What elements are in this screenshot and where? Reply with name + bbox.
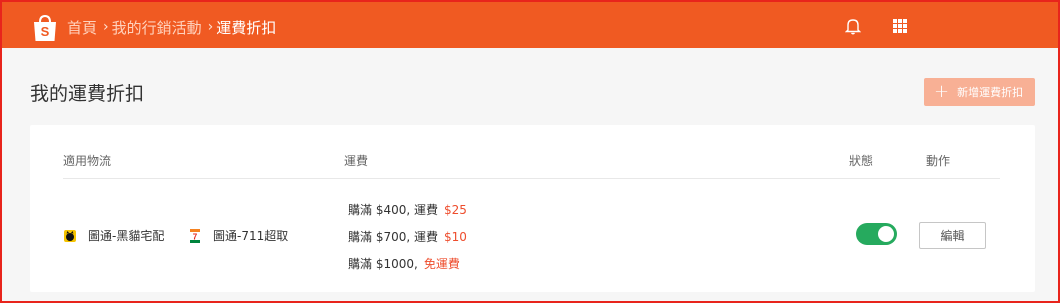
header-carriers: 適用物流 (63, 154, 112, 168)
toggle-knob (878, 226, 894, 242)
plus-icon: + (934, 81, 950, 102)
fee-rule-condition: 購滿 $400, 運費 (348, 203, 438, 217)
fee-rule: 購滿 $400, 運費 $25 (348, 201, 467, 218)
add-shipping-discount-button[interactable]: + 新增運費折扣 (924, 78, 1035, 106)
status-toggle[interactable] (856, 223, 897, 245)
header-divider (63, 178, 1000, 179)
fee-rule-condition: 購滿 $1000, (348, 257, 418, 271)
top-bar: S 首頁 › 我的行銷活動 › 運費折扣 (2, 2, 1058, 48)
svg-text:S: S (41, 24, 50, 39)
header-action: 動作 (926, 154, 951, 168)
fee-rule-condition: 購滿 $700, 運費 (348, 230, 438, 244)
bell-icon[interactable] (845, 17, 861, 35)
fee-rule-amount: 免運費 (423, 257, 460, 271)
header-fee: 運費 (344, 154, 369, 168)
carrier-name: 圖通-黑貓宅配 (88, 229, 165, 243)
breadcrumb-marketing[interactable]: 我的行銷活動 (112, 17, 202, 38)
fee-rule-amount: $25 (443, 203, 467, 217)
carrier-black-cat: 圖通-黑貓宅配 (63, 227, 164, 244)
header-status: 狀態 (849, 154, 874, 168)
page-title: 我的運費折扣 (30, 83, 145, 105)
fee-rule: 購滿 $1000, 免運費 (348, 255, 460, 272)
black-cat-logo-icon (64, 229, 76, 242)
seven-eleven-logo-icon: 7 (190, 228, 200, 243)
shopee-bag-icon[interactable]: S (32, 14, 58, 43)
breadcrumb-home[interactable]: 首頁 (67, 17, 97, 38)
breadcrumb-current: 運費折扣 (216, 18, 277, 37)
fee-rule-amount: $10 (443, 230, 467, 244)
carrier-seven-eleven: 7 圖通-711超取 (188, 227, 288, 244)
carrier-name: 圖通-711超取 (213, 229, 289, 243)
apps-grid-icon[interactable] (893, 19, 907, 33)
edit-button[interactable]: 編輯 (919, 222, 986, 249)
chevron-right-icon: › (103, 19, 109, 35)
fee-rule: 購滿 $700, 運費 $10 (348, 228, 467, 245)
chevron-right-icon: › (207, 19, 214, 35)
shipping-discount-table: 適用物流 運費 狀態 動作 圖通-黑貓宅配 7 圖通-711超取 購滿 $400… (30, 125, 1035, 292)
svg-text:7: 7 (193, 232, 198, 241)
add-button-label: 新增運費折扣 (957, 86, 1024, 99)
breadcrumb: 首頁 › 我的行銷活動 › 運費折扣 (67, 17, 276, 37)
